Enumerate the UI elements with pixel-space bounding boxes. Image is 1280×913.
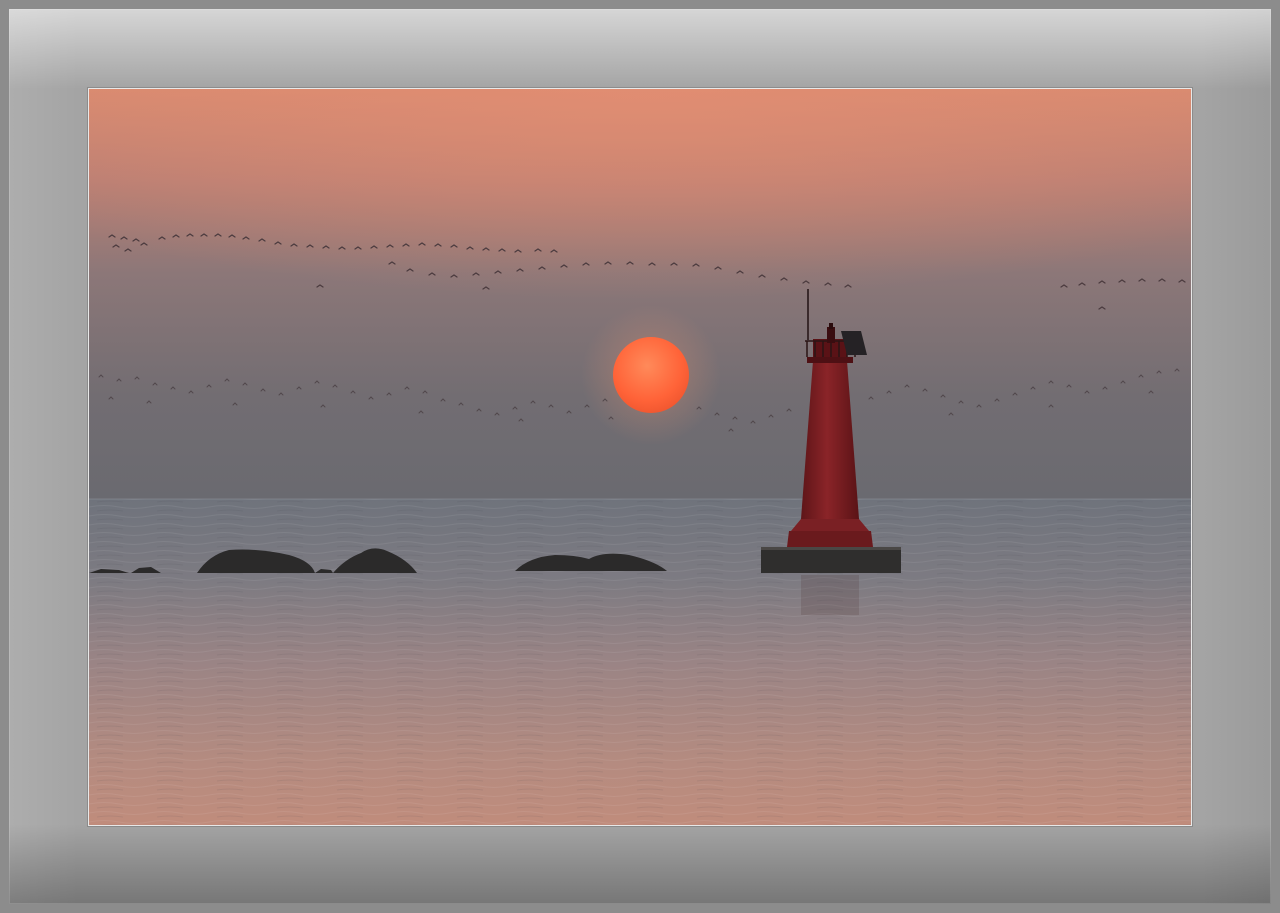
lighthouse-base [761, 547, 901, 573]
lighthouse-reflection [801, 575, 859, 615]
sea-ripples [89, 499, 1191, 825]
outer-frame [0, 0, 1280, 913]
photo [88, 88, 1192, 826]
sunset-lighthouse-photo [89, 89, 1191, 825]
sun [613, 337, 689, 413]
